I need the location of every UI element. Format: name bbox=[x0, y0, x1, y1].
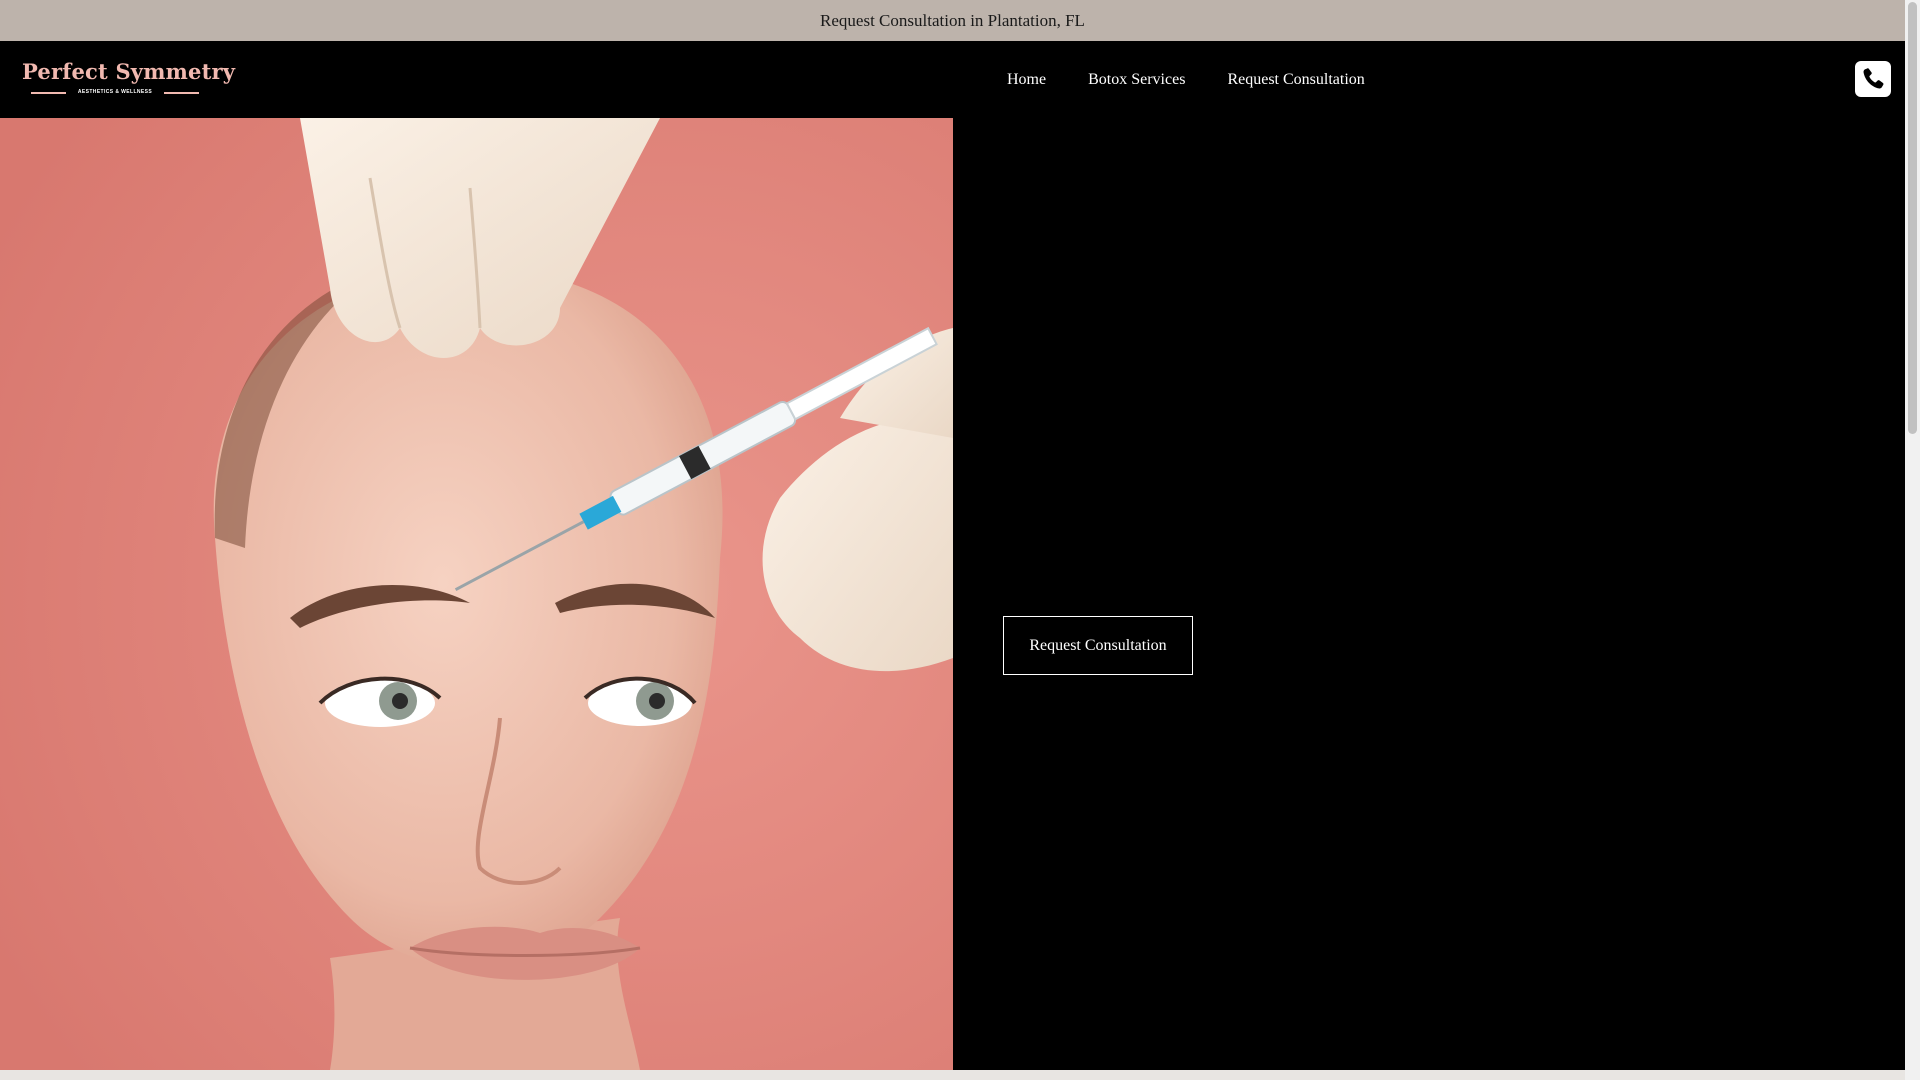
hero-illustration bbox=[0, 118, 953, 1070]
bottom-strip bbox=[0, 1070, 1905, 1080]
logo-divider-right bbox=[164, 92, 199, 94]
request-consultation-button[interactable]: Request Consultation bbox=[1003, 616, 1193, 675]
main-nav: Home Botox Services Request Consultation bbox=[986, 41, 1386, 118]
hero-content-panel: Request Consultation bbox=[953, 118, 1905, 1070]
logo-tagline: AESTHETICS & WELLNESS bbox=[77, 89, 153, 95]
announcement-bar: Request Consultation in Plantation, FL bbox=[0, 0, 1905, 41]
page-scrollbar[interactable] bbox=[1905, 0, 1920, 1080]
phone-icon bbox=[1863, 68, 1884, 89]
nav-link-home[interactable]: Home bbox=[986, 71, 1067, 89]
logo-title: Perfect Symmetry bbox=[22, 59, 236, 84]
hero-image bbox=[0, 118, 953, 1070]
nav-link-request-consultation[interactable]: Request Consultation bbox=[1206, 71, 1385, 89]
logo-divider-left bbox=[31, 92, 66, 94]
logo[interactable]: Perfect Symmetry AESTHETICS & WELLNESS bbox=[22, 59, 236, 99]
scrollbar-thumb[interactable] bbox=[1908, 2, 1917, 434]
announcement-text[interactable]: Request Consultation in Plantation, FL bbox=[820, 11, 1085, 31]
phone-button[interactable] bbox=[1855, 61, 1891, 97]
site-header: Perfect Symmetry AESTHETICS & WELLNESS H… bbox=[0, 41, 1905, 118]
nav-link-botox-services[interactable]: Botox Services bbox=[1067, 71, 1206, 89]
